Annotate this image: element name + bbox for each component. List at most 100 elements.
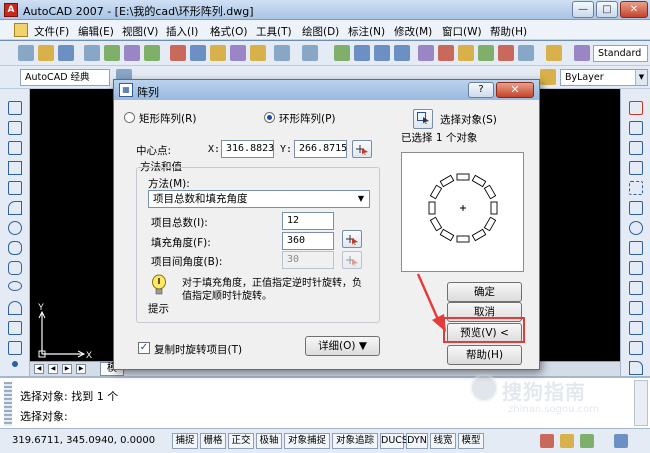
pick-fill-angle-button[interactable] (342, 230, 362, 248)
close-button[interactable]: ✕ (620, 1, 648, 18)
stretch-icon[interactable] (629, 261, 643, 275)
copy-object-icon[interactable] (629, 121, 643, 135)
markup-icon[interactable] (498, 45, 514, 61)
dialog-titlebar[interactable]: ▦ 阵列 ? ✕ (114, 80, 539, 100)
polyline-icon[interactable] (8, 141, 22, 155)
menu-draw[interactable]: 绘图(D) (302, 24, 339, 39)
sheet-set-icon[interactable] (478, 45, 494, 61)
circle-icon[interactable] (8, 221, 22, 235)
autocad-app-icon[interactable]: A (4, 3, 18, 17)
fillet-icon[interactable] (629, 361, 643, 375)
revision-cloud-icon[interactable] (8, 241, 22, 255)
command-grip[interactable] (4, 382, 12, 426)
calculator-icon[interactable] (518, 45, 534, 61)
zoom-previous-icon[interactable] (394, 45, 410, 61)
polar-array-label[interactable]: 环形阵列(P) (279, 111, 336, 126)
dialog-help-button[interactable]: ? (468, 82, 494, 98)
snap-toggle[interactable]: 捕捉 (172, 433, 198, 449)
rotate-items-label[interactable]: 复制时旋转项目(T) (154, 342, 242, 357)
polar-array-radio[interactable] (264, 112, 275, 123)
osnap-toggle[interactable]: 对象捕捉 (284, 433, 330, 449)
redo-icon[interactable] (302, 45, 318, 61)
rect-array-radio[interactable] (124, 112, 135, 123)
dialog-close-button[interactable]: ✕ (496, 82, 534, 98)
layer-color-icon[interactable] (540, 69, 556, 85)
linetype-select[interactable]: ByLayer ▼ (560, 69, 648, 86)
prev-tab-icon[interactable]: ◀ (48, 364, 58, 374)
method-select[interactable]: 项目总数和填充角度 ▼ (148, 190, 370, 208)
center-x-field[interactable]: 316.8823 (221, 140, 274, 158)
total-items-field[interactable]: 12 (282, 212, 334, 230)
menu-window[interactable]: 窗口(W) (442, 24, 482, 39)
rectangle-icon[interactable] (8, 181, 22, 195)
details-button[interactable]: 详细(O) ▼ (305, 336, 380, 356)
rotate-items-checkbox[interactable]: ✓ (138, 342, 150, 354)
first-tab-icon[interactable]: ◀ (34, 364, 44, 374)
menu-file[interactable]: 文件(F) (34, 24, 69, 39)
tray-settings-icon[interactable] (580, 434, 594, 448)
move-icon[interactable] (629, 201, 643, 215)
properties-icon[interactable] (418, 45, 434, 61)
help-button[interactable]: 帮助(H) (447, 345, 522, 365)
ellipse-icon[interactable] (8, 281, 22, 291)
plot-preview-icon[interactable] (104, 45, 120, 61)
paste-icon[interactable] (210, 45, 226, 61)
command-prompt[interactable]: 选择对象: (20, 408, 68, 424)
save-icon[interactable] (58, 45, 74, 61)
workspace-select[interactable]: AutoCAD 经典 (20, 69, 110, 86)
select-objects-button[interactable] (413, 109, 433, 129)
text-style-select[interactable]: Standard (593, 45, 648, 62)
menu-view[interactable]: 视图(V) (122, 24, 158, 39)
undo-icon[interactable] (274, 45, 290, 61)
rotate-icon[interactable] (629, 221, 643, 235)
maximize-button[interactable]: □ (596, 1, 618, 18)
array-icon[interactable] (629, 181, 643, 195)
point-icon[interactable] (12, 361, 18, 367)
match-properties-icon[interactable] (230, 45, 246, 61)
document-icon[interactable] (14, 23, 28, 37)
rect-array-label[interactable]: 矩形阵列(R) (139, 111, 197, 126)
block-editor-icon[interactable] (250, 45, 266, 61)
spline-icon[interactable] (8, 261, 22, 275)
fill-angle-field[interactable]: 360 (282, 232, 334, 250)
menu-insert[interactable]: 插入(I) (166, 24, 198, 39)
text-style-icon[interactable] (574, 45, 590, 61)
make-block-icon[interactable] (8, 341, 22, 355)
model-toggle[interactable]: 模型 (458, 433, 484, 449)
trim-icon[interactable] (629, 281, 643, 295)
communication-center-icon[interactable] (560, 434, 574, 448)
lineweight-toggle[interactable]: 线宽 (430, 433, 456, 449)
center-y-field[interactable]: 266.8715 (294, 140, 347, 158)
dyn-toggle[interactable]: DYN (406, 433, 428, 449)
menu-edit[interactable]: 编辑(E) (78, 24, 114, 39)
ducs-toggle[interactable]: DUCS (380, 433, 408, 449)
menu-tools[interactable]: 工具(T) (256, 24, 292, 39)
chamfer-icon[interactable] (629, 341, 643, 355)
clean-screen-icon[interactable] (614, 434, 628, 448)
insert-block-icon[interactable] (8, 321, 22, 335)
construction-line-icon[interactable] (8, 121, 22, 135)
pick-center-button[interactable] (352, 140, 372, 158)
new-file-icon[interactable] (18, 45, 34, 61)
help-icon[interactable] (546, 45, 562, 61)
last-tab-icon[interactable]: ▶ (76, 364, 86, 374)
polar-toggle[interactable]: 极轴 (256, 433, 282, 449)
erase-icon[interactable] (629, 101, 643, 115)
menu-format[interactable]: 格式(O) (210, 24, 247, 39)
menu-dimension[interactable]: 标注(N) (348, 24, 385, 39)
publish-icon[interactable] (124, 45, 140, 61)
minimize-button[interactable]: — (572, 1, 594, 18)
arc-icon[interactable] (8, 201, 22, 215)
plot-icon[interactable] (144, 45, 160, 61)
pan-icon[interactable] (334, 45, 350, 61)
cut-icon[interactable] (170, 45, 186, 61)
offset-icon[interactable] (629, 161, 643, 175)
open-file-icon[interactable] (38, 45, 54, 61)
print-icon[interactable] (84, 45, 100, 61)
menu-help[interactable]: 帮助(H) (490, 24, 527, 39)
scale-icon[interactable] (629, 241, 643, 255)
line-tool-icon[interactable] (8, 101, 22, 115)
command-scrollbar[interactable] (634, 380, 648, 426)
otrack-toggle[interactable]: 对象追踪 (332, 433, 378, 449)
zoom-window-icon[interactable] (374, 45, 390, 61)
